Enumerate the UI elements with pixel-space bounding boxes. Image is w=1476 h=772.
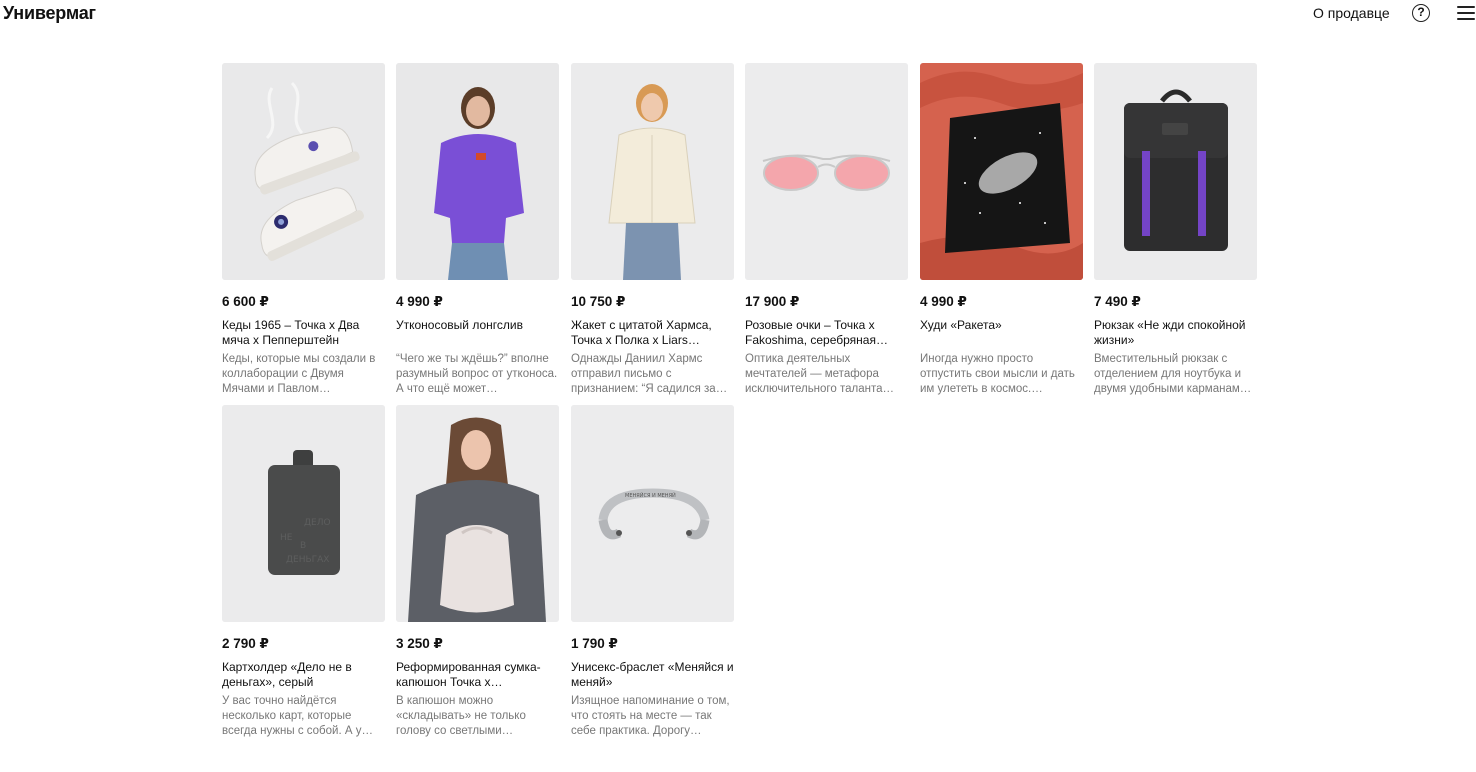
product-title[interactable]: Кеды 1965 – Точка х Два мяча х Пепперште… [222,318,385,348]
product-card[interactable]: 10 750 ₽ Жакет с цитатой Хармса, Точка х… [571,63,734,397]
product-image-sneakers[interactable] [222,63,385,280]
product-price: 4 990 ₽ [396,294,443,309]
product-card[interactable]: 17 900 ₽ Розовые очки – Точка х Fakoshim… [745,63,908,397]
product-description: Изящное напоминание о том, что стоять на… [571,695,730,737]
product-image-hoodie[interactable] [920,63,1083,280]
product-description: У вас точно найдётся несколько карт, кот… [222,695,373,737]
product-title[interactable]: Худи «Ракета» [920,318,1083,348]
product-price: 3 250 ₽ [396,636,443,651]
product-card[interactable]: МЕНЯЙСЯ И МЕНЯЙ 1 790 ₽ Унисекс-браслет … [571,405,734,739]
product-description: В капюшон можно «складывать» не только г… [396,695,526,737]
product-card[interactable]: 4 990 ₽ Худи «Ракета» Иногда нужно прост… [920,63,1083,397]
product-title[interactable]: Розовые очки – Точка х Fakoshima, серебр… [745,318,908,348]
product-price: 2 790 ₽ [222,636,269,651]
product-title[interactable]: Утконосовый лонгслив [396,318,559,348]
emboss-word: В [300,541,306,551]
product-card[interactable]: 4 990 ₽ Утконосовый лонгслив “Чего же ты… [396,63,559,397]
product-description: Однажды Даниил Хармс отправил письмо с п… [571,353,728,395]
help-circle-icon[interactable]: ? [1412,4,1430,22]
emboss-word: НЕ [280,533,293,543]
header: Универмаг О продавце ? [0,0,1476,30]
product-title[interactable]: Реформированная сумка-капюшон Точка х… [396,660,559,690]
product-image-longsleeve[interactable] [396,63,559,280]
product-image-cardholder[interactable]: НЕ ДЕЛО В ДЕНЬГАХ [222,405,385,622]
product-description: Вместительный рюкзак с отделением для но… [1094,353,1252,395]
product-description: Иногда нужно просто отпустить свои мысли… [920,353,1075,395]
product-card[interactable]: 7 490 ₽ Рюкзак «Не жди спокойной жизни» … [1094,63,1257,397]
product-description: “Чего же ты ждёшь?” вполне разумный вопр… [396,353,558,395]
product-card[interactable]: 3 250 ₽ Реформированная сумка-капюшон То… [396,405,559,739]
product-image-hood-bag[interactable] [396,405,559,622]
product-description: Оптика деятельных мечтателей — метафора … [745,353,894,395]
product-title[interactable]: Жакет с цитатой Хармса, Точка х Полка х … [571,318,734,348]
bracelet-engraving: МЕНЯЙСЯ И МЕНЯЙ [625,492,676,499]
product-title[interactable]: Рюкзак «Не жди спокойной жизни» [1094,318,1257,348]
product-price: 17 900 ₽ [745,294,800,309]
hamburger-menu-icon[interactable] [1457,6,1475,22]
product-price: 10 750 ₽ [571,294,626,309]
product-price: 6 600 ₽ [222,294,269,309]
product-image-backpack[interactable] [1094,63,1257,280]
product-image-jacket[interactable] [571,63,734,280]
product-card[interactable]: НЕ ДЕЛО В ДЕНЬГАХ 2 790 ₽ Картхолдер «Де… [222,405,385,739]
product-card[interactable]: 6 600 ₽ Кеды 1965 – Точка х Два мяча х П… [222,63,385,397]
emboss-word: ДЕНЬГАХ [286,555,329,565]
emboss-word: ДЕЛО [304,518,331,528]
product-price: 4 990 ₽ [920,294,967,309]
product-price: 1 790 ₽ [571,636,618,651]
product-image-bracelet[interactable]: МЕНЯЙСЯ И МЕНЯЙ [571,405,734,622]
product-title[interactable]: Картхолдер «Дело не в деньгах», серый [222,660,385,690]
about-seller-link[interactable]: О продавце [1313,5,1390,21]
product-title[interactable]: Унисекс-браслет «Меняйся и меняй» [571,660,734,690]
product-description: Кеды, которые мы создали в коллаборации … [222,353,376,395]
product-image-glasses[interactable] [745,63,908,280]
store-logo[interactable]: Универмаг [3,3,96,24]
product-price: 7 490 ₽ [1094,294,1141,309]
